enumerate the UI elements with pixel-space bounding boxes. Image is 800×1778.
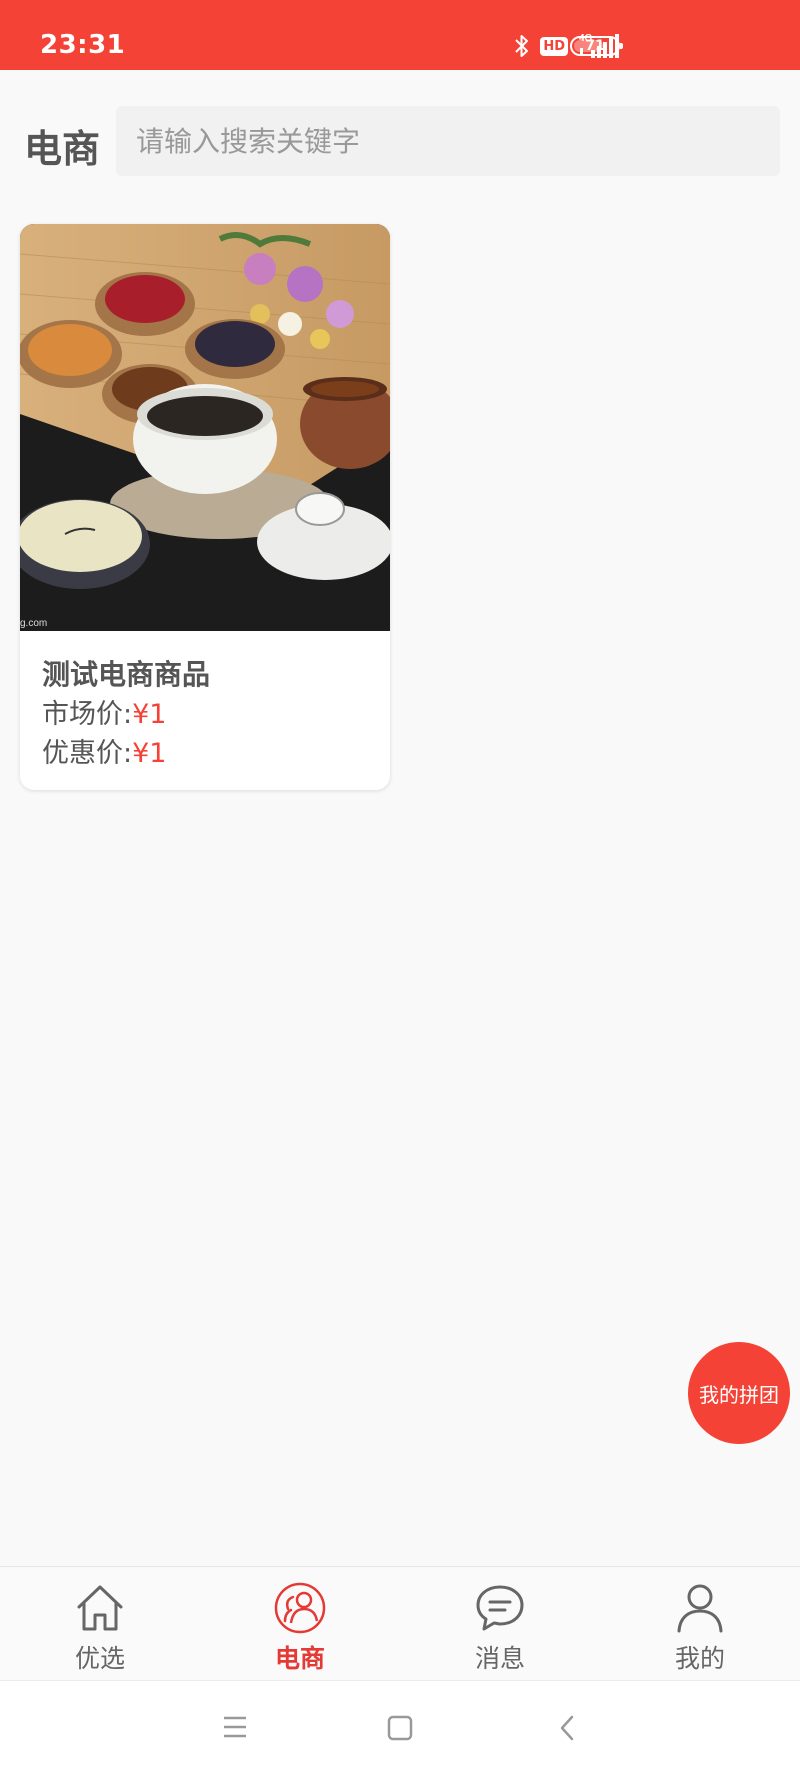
market-price-value: ¥1 (132, 699, 167, 730)
status-time: 23:31 (40, 30, 126, 60)
tab-label: 优选 (74, 1644, 125, 1673)
my-group-buy-button[interactable]: 我的拼团 (688, 1342, 790, 1444)
home-icon (77, 1585, 123, 1631)
tab-messages[interactable]: 消息 (400, 1567, 600, 1680)
back-icon[interactable] (558, 1715, 576, 1741)
market-price-label: 市场价: (42, 699, 133, 730)
message-icon (476, 1585, 524, 1631)
tab-label: 我的 (674, 1644, 725, 1673)
product-info: 测试电商商品 市场价:¥1 优惠价:¥1 (20, 631, 390, 773)
product-card[interactable]: g.com 测试电商商品 市场价:¥1 优惠价:¥1 (20, 224, 390, 790)
system-nav-bar (0, 1680, 800, 1778)
market-price-row: 市场价:¥1 (42, 695, 390, 734)
discount-price-label: 优惠价: (42, 738, 133, 769)
tab-dianshang[interactable]: 电商 (200, 1567, 400, 1680)
discount-price-row: 优惠价:¥1 (42, 734, 390, 773)
tab-mine[interactable]: 我的 (600, 1567, 800, 1680)
bottom-tab-bar: 优选 电商 消息 我的 (0, 1566, 800, 1680)
menu-icon[interactable] (222, 1715, 248, 1739)
tab-label: 电商 (274, 1644, 325, 1673)
product-image: g.com (20, 224, 390, 631)
tab-label: 消息 (474, 1644, 525, 1673)
user-icon (677, 1584, 723, 1633)
image-watermark: g.com (20, 618, 47, 629)
group-users-icon (274, 1582, 326, 1634)
product-name: 测试电商商品 (42, 658, 211, 691)
home-square-icon[interactable] (387, 1715, 413, 1741)
search-input[interactable] (116, 106, 780, 176)
battery-icon: 71 (570, 36, 623, 56)
battery-level: 71 (585, 38, 605, 54)
status-bar: 23:31 HD 4G 71 (0, 0, 800, 70)
discount-price-value: ¥1 (132, 738, 167, 769)
bluetooth-icon (514, 33, 530, 59)
tab-youxuan[interactable]: 优选 (0, 1567, 200, 1680)
page-title: 电商 (24, 127, 101, 171)
hd-icon: HD (540, 36, 568, 56)
